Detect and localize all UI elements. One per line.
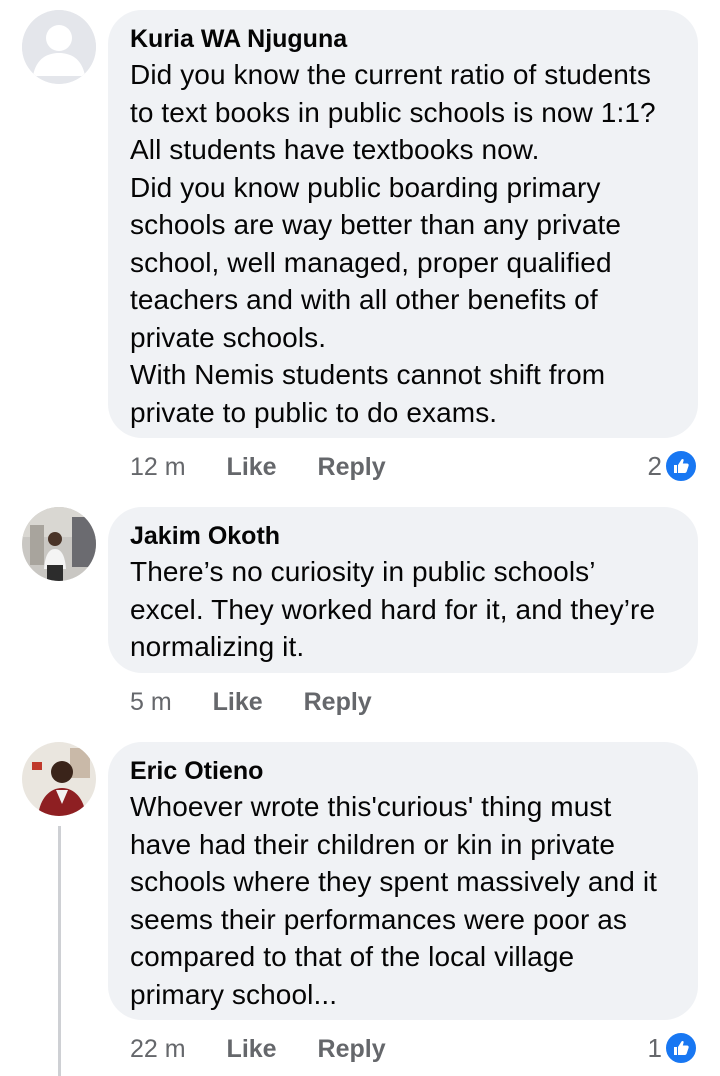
comment-author[interactable]: Jakim Okoth xyxy=(130,521,672,551)
comment-text: Did you know the current ratio of studen… xyxy=(130,59,656,428)
reply-button[interactable]: Reply xyxy=(318,452,386,482)
comment-actions: 12 m Like Reply xyxy=(130,452,420,482)
comment-bubble: Jakim Okoth There’s no curiosity in publ… xyxy=(108,507,698,673)
comment-author[interactable]: Eric Otieno xyxy=(130,756,672,786)
comment-time[interactable]: 12 m xyxy=(130,452,186,482)
comment-time[interactable]: 5 m xyxy=(130,687,172,717)
reply-thread-line xyxy=(58,826,61,1076)
default-profile-icon xyxy=(22,10,96,84)
comment-actions: 22 m Like Reply xyxy=(130,1034,420,1064)
thumbs-up-icon xyxy=(664,449,698,483)
comment-bubble: Kuria WA Njuguna Did you know the curren… xyxy=(108,10,698,438)
avatar[interactable] xyxy=(22,10,96,84)
like-button[interactable]: Like xyxy=(227,1034,277,1064)
reply-button[interactable]: Reply xyxy=(304,687,372,717)
like-button[interactable]: Like xyxy=(227,452,277,482)
avatar[interactable] xyxy=(22,742,96,816)
reaction-summary[interactable]: 1 xyxy=(647,1031,698,1065)
reaction-count: 1 xyxy=(647,1033,662,1063)
comment-text: There’s no curiosity in public schools’ … xyxy=(130,556,656,662)
reaction-count: 2 xyxy=(647,451,662,481)
comment-time[interactable]: 22 m xyxy=(130,1034,186,1064)
profile-photo xyxy=(22,507,96,581)
comment-bubble: Eric Otieno Whoever wrote this'curious' … xyxy=(108,742,698,1020)
comment-author[interactable]: Kuria WA Njuguna xyxy=(130,24,672,54)
comment-actions: 5 m Like Reply xyxy=(130,687,406,717)
thumbs-up-icon xyxy=(664,1031,698,1065)
profile-photo xyxy=(22,742,96,816)
comment-text: Whoever wrote this'curious' thing must h… xyxy=(130,791,658,1010)
reply-button[interactable]: Reply xyxy=(318,1034,386,1064)
avatar[interactable] xyxy=(22,507,96,581)
reaction-summary[interactable]: 2 xyxy=(647,449,698,483)
like-button[interactable]: Like xyxy=(213,687,263,717)
